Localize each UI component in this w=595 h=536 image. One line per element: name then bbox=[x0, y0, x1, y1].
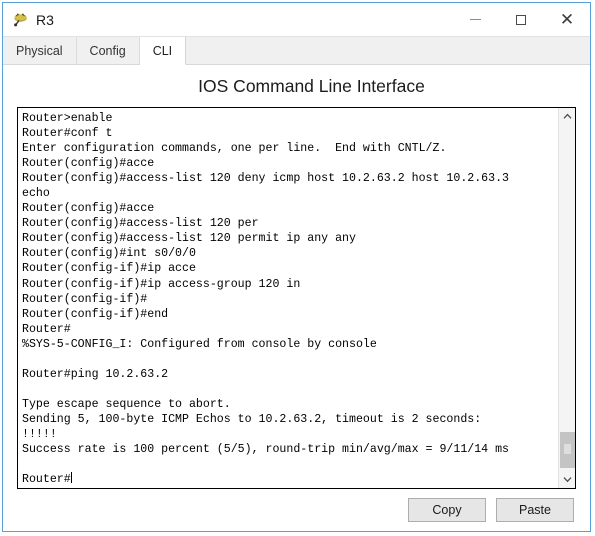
terminal-line: echo bbox=[22, 187, 50, 201]
copy-button[interactable]: Copy bbox=[408, 498, 486, 522]
text-cursor bbox=[70, 472, 72, 484]
terminal-line: Router(config-if)#end bbox=[22, 307, 169, 321]
minimize-button[interactable] bbox=[452, 3, 498, 36]
terminal-line: Router#conf t bbox=[22, 127, 113, 141]
scrollbar-thumb[interactable] bbox=[560, 432, 575, 468]
terminal-line: %SYS-5-CONFIG_I: Configured from console… bbox=[22, 337, 377, 351]
terminal-line: Router#ping 10.2.63.2 bbox=[22, 367, 169, 381]
tab-config[interactable]: Config bbox=[76, 37, 140, 64]
terminal-line: Type escape sequence to abort. bbox=[22, 397, 231, 411]
tab-physical[interactable]: Physical bbox=[3, 37, 77, 64]
router-icon bbox=[12, 11, 30, 29]
window-controls: ✕ bbox=[452, 3, 590, 36]
terminal-line: Router(config-if)#ip access-group 120 in bbox=[22, 277, 301, 291]
terminal-line: Success rate is 100 percent (5/5), round… bbox=[22, 443, 510, 457]
title-bar: R3 ✕ bbox=[3, 3, 590, 37]
close-button[interactable]: ✕ bbox=[544, 3, 590, 36]
terminal-line: Sending 5, 100-byte ICMP Echos to 10.2.6… bbox=[22, 412, 482, 426]
paste-button[interactable]: Paste bbox=[496, 498, 574, 522]
panel-title: IOS Command Line Interface bbox=[198, 76, 425, 96]
terminal-line: Router# bbox=[22, 472, 72, 487]
terminal-line: Router(config)#access-list 120 per bbox=[22, 217, 259, 231]
terminal-line: Router# bbox=[22, 322, 71, 336]
terminal-line: Router(config)#int s0/0/0 bbox=[22, 247, 196, 261]
cli-window: R3 ✕ Physical Config CLI IOS Command Lin… bbox=[2, 2, 591, 532]
terminal-line: Router(config)#access-list 120 permit ip… bbox=[22, 232, 356, 246]
terminal-frame: Router>enable Router#conf t Enter configur… bbox=[17, 107, 576, 489]
terminal-lines: Router>enable Router#conf t Enter configur… bbox=[22, 111, 556, 487]
terminal-line: Router(config)#access-list 120 deny icmp… bbox=[22, 172, 510, 186]
maximize-button[interactable] bbox=[498, 3, 544, 36]
terminal-line: Router(config-if)#ip acce bbox=[22, 262, 196, 276]
terminal-line: Enter configuration commands, one per li… bbox=[22, 142, 447, 156]
maximize-icon bbox=[516, 14, 526, 25]
action-buttons: Copy Paste bbox=[3, 489, 590, 522]
terminal-output[interactable]: Router>enable Router#conf t Enter configur… bbox=[18, 108, 558, 488]
chevron-up-icon bbox=[563, 113, 572, 120]
chevron-down-icon bbox=[563, 476, 572, 483]
terminal-line: Router(config-if)# bbox=[22, 292, 148, 306]
terminal-line: Router>enable bbox=[22, 112, 113, 125]
terminal-line: Router(config)#acce bbox=[22, 202, 155, 216]
tab-strip: Physical Config CLI bbox=[3, 37, 590, 65]
scroll-down-button[interactable] bbox=[559, 471, 575, 488]
terminal-line: !!!!! bbox=[22, 427, 57, 441]
close-icon: ✕ bbox=[559, 10, 575, 29]
window-title: R3 bbox=[36, 11, 54, 28]
terminal-scrollbar[interactable] bbox=[558, 108, 575, 488]
cli-panel: IOS Command Line Interface Router>enable… bbox=[3, 65, 590, 531]
tab-cli[interactable]: CLI bbox=[139, 37, 187, 65]
scroll-up-button[interactable] bbox=[559, 108, 575, 125]
terminal-line: Router(config)#acce bbox=[22, 157, 155, 171]
minimize-icon bbox=[469, 19, 481, 20]
